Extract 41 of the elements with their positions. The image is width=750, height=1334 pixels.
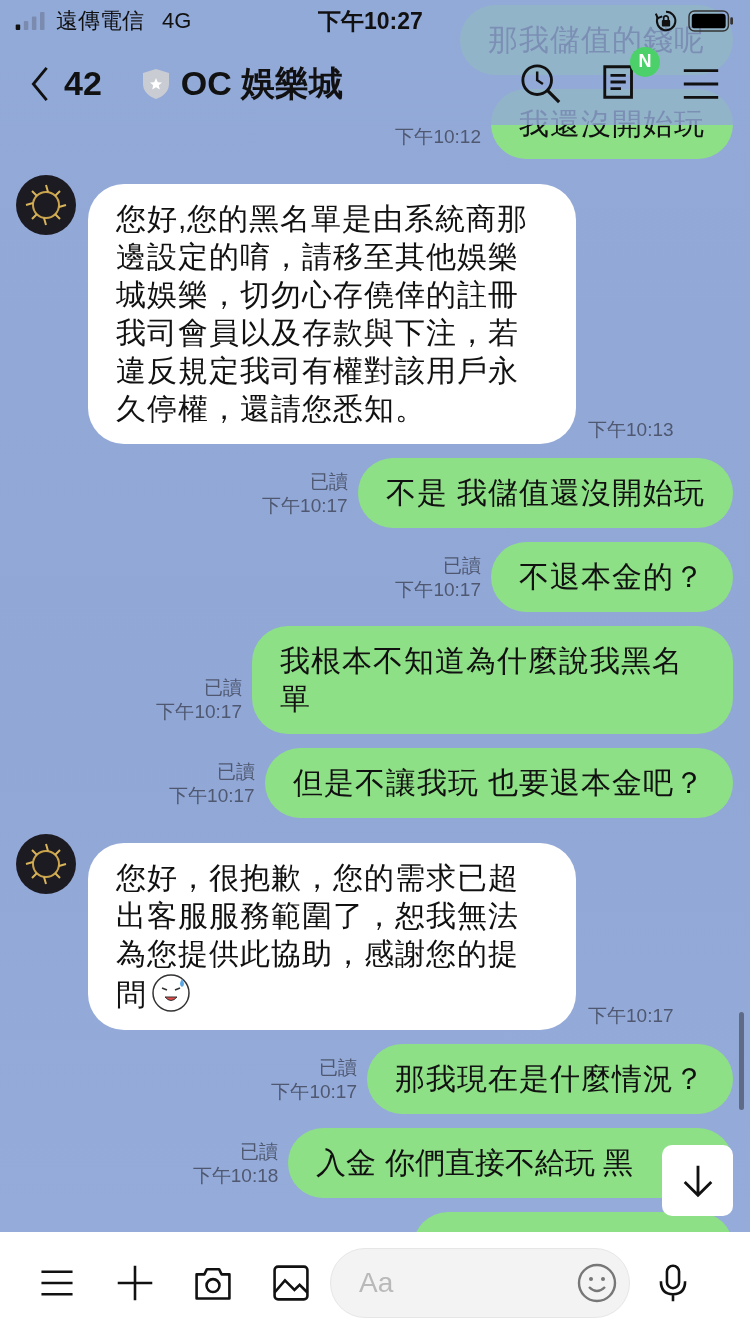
message-text: 您好，很抱歉，您的需求已超出客服服務範圍了，恕我無法為您提供此協助，感謝您的提問 (116, 861, 519, 1011)
network-type: 4G (162, 8, 192, 34)
message-time: 下午10:17 (156, 700, 242, 724)
message-bubble: 不是 我儲值還沒開始玩 (357, 458, 733, 528)
avatar-icon[interactable] (16, 175, 76, 235)
scrollbar[interactable] (739, 1012, 744, 1110)
read-receipt: 已讀 (443, 554, 481, 578)
message-time: 下午10:18 (192, 1164, 279, 1188)
avatar-icon[interactable] (16, 834, 76, 894)
chevron-left-icon (30, 64, 50, 103)
message-bubble: 我根本不知道為什麼說我黑名單 (252, 626, 733, 734)
message-input[interactable]: Aa (359, 1258, 577, 1308)
message-bubble: 那我現在是什麼情況？ (367, 1044, 733, 1114)
message-field[interactable]: Aa (330, 1248, 630, 1318)
message-time: 下午10:12 (395, 125, 481, 149)
status-time: 下午10:27 (318, 6, 423, 36)
carrier-name: 遠傳電信 (56, 7, 144, 35)
message-time: 下午10:17 (395, 578, 481, 602)
message-time: 下午10:17 (271, 1080, 357, 1104)
shield-star-icon (141, 67, 170, 100)
read-receipt: 已讀 (309, 470, 348, 494)
read-receipt: 已讀 (216, 760, 255, 784)
scroll-down-button[interactable] (662, 1145, 733, 1216)
chat-title: OC 娛樂城 (180, 62, 344, 104)
message-time: 下午10:17 (169, 784, 255, 808)
message-bubble: 不退本金的？ (491, 542, 733, 612)
back-button[interactable]: 42 (30, 64, 102, 103)
message-text: 您好,您的黑名單是由系統商那邊設定的唷，請移至其他娛樂城娛樂，切勿心存僥倖的註冊我司會員以及存款與下注，若違反規定我司有權對該用戶永久停權，還請您悉知。 (116, 202, 529, 425)
message-bubble: 但是不讓我玩 也要退本金吧？ (264, 748, 733, 818)
plus-icon[interactable] (116, 1264, 154, 1302)
message-time: 下午10:17 (588, 1004, 674, 1028)
image-icon[interactable] (272, 1264, 310, 1302)
message-time: 下午10:13 (588, 418, 674, 442)
search-icon[interactable] (520, 62, 562, 105)
signal-icon (14, 12, 48, 30)
message-time: 下午10:17 (262, 494, 348, 518)
new-badge: N (630, 46, 660, 77)
read-receipt: 已讀 (319, 1056, 357, 1080)
read-receipt: 已讀 (240, 1140, 279, 1164)
read-receipt: 已讀 (204, 676, 242, 700)
emoji-icon[interactable] (577, 1263, 617, 1303)
